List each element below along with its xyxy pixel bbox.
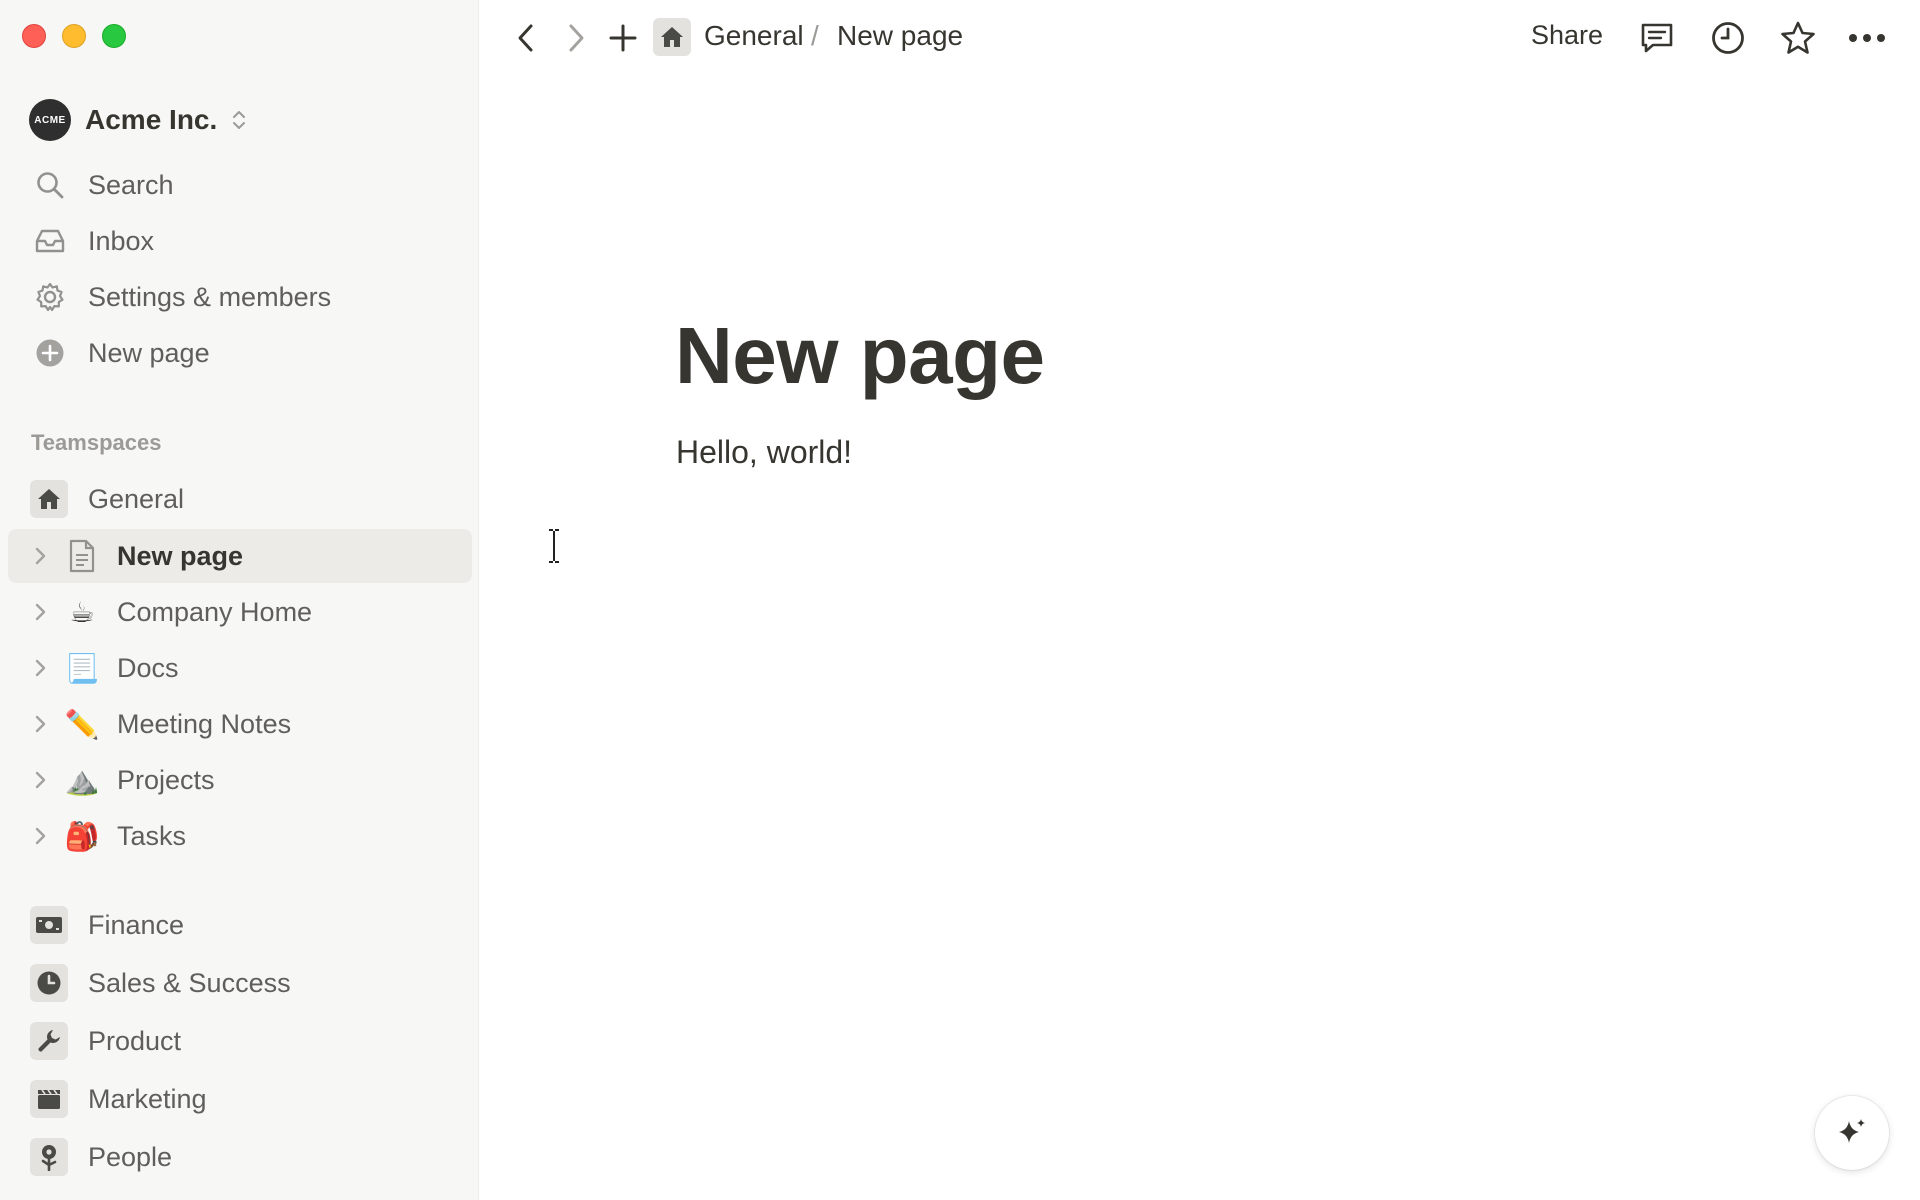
favorite-button[interactable] bbox=[1778, 18, 1818, 58]
backpack-emoji-icon: 🎒 bbox=[64, 820, 100, 852]
breadcrumb-parent[interactable]: General bbox=[704, 20, 804, 52]
teamspaces-heading: Teamspaces bbox=[31, 430, 162, 455]
sidebar-item-label: Product bbox=[88, 1025, 182, 1056]
sidebar-item-label: Marketing bbox=[88, 1083, 207, 1114]
sidebar-page-docs[interactable]: 📃 Docs bbox=[8, 641, 472, 695]
sidebar-item-label: Settings & members bbox=[88, 281, 332, 312]
star-icon bbox=[1781, 21, 1815, 54]
sidebar-item-label: New page bbox=[88, 337, 210, 368]
sidebar-item-label: Company Home bbox=[117, 596, 313, 627]
more-options-button[interactable] bbox=[1847, 18, 1887, 58]
sidebar-item-label: Finance bbox=[88, 909, 185, 940]
workspace-logo: ACME bbox=[29, 99, 71, 141]
new-page-button[interactable] bbox=[603, 18, 643, 58]
chevron-right-icon[interactable] bbox=[33, 826, 47, 846]
sidebar-item-label: Docs bbox=[117, 652, 179, 683]
flower-icon bbox=[30, 1138, 68, 1176]
chevron-up-down-icon bbox=[233, 111, 246, 129]
text-cursor-icon bbox=[549, 529, 559, 563]
search-icon bbox=[33, 168, 67, 202]
pencil-emoji-icon: ✏️ bbox=[64, 708, 100, 740]
sidebar-item-new-page[interactable]: New page bbox=[8, 327, 472, 379]
sidebar-item-label: Meeting Notes bbox=[117, 708, 292, 739]
chevron-right-icon[interactable] bbox=[33, 546, 47, 566]
updates-button[interactable] bbox=[1708, 18, 1748, 58]
sidebar-page-company-home[interactable]: ☕ Company Home bbox=[8, 585, 472, 639]
ellipsis-icon bbox=[1849, 34, 1885, 42]
sidebar-item-label: Projects bbox=[117, 764, 215, 795]
breadcrumb-separator: / bbox=[811, 20, 819, 51]
chevron-right-icon[interactable] bbox=[33, 602, 47, 622]
sidebar-page-meeting-notes[interactable]: ✏️ Meeting Notes bbox=[8, 697, 472, 751]
coffee-emoji-icon: ☕ bbox=[69, 596, 95, 628]
comments-button[interactable] bbox=[1637, 18, 1677, 58]
mountain-emoji-icon: ⛰️ bbox=[64, 764, 100, 796]
page-body-text[interactable]: Hello, world! bbox=[676, 434, 852, 471]
back-button[interactable] bbox=[506, 18, 546, 58]
sidebar-item-label: Tasks bbox=[117, 820, 187, 851]
zoom-window-button[interactable] bbox=[102, 24, 126, 48]
sidebar-item-search[interactable]: Search bbox=[8, 159, 472, 211]
document-icon bbox=[64, 538, 100, 574]
sidebar: ACME Acme Inc. Search Inbox Settings & m… bbox=[0, 0, 479, 1200]
home-icon bbox=[30, 480, 68, 518]
minimize-window-button[interactable] bbox=[62, 24, 86, 48]
chevron-right-icon bbox=[569, 24, 584, 52]
sidebar-item-sales-success[interactable]: Sales & Success bbox=[8, 957, 472, 1009]
window-controls bbox=[22, 24, 126, 48]
chevron-right-icon[interactable] bbox=[33, 658, 47, 678]
breadcrumb-current[interactable]: New page bbox=[837, 20, 963, 52]
clapper-icon bbox=[30, 1080, 68, 1118]
sidebar-item-people[interactable]: People bbox=[8, 1131, 472, 1183]
page-title[interactable]: New page bbox=[675, 310, 1045, 402]
sidebar-item-inbox[interactable]: Inbox bbox=[8, 215, 472, 267]
chevron-right-icon[interactable] bbox=[33, 770, 47, 790]
sidebar-item-finance[interactable]: Finance bbox=[8, 899, 472, 951]
sidebar-item-label: People bbox=[88, 1141, 173, 1172]
gear-icon bbox=[33, 280, 67, 314]
sidebar-item-label: Sales & Success bbox=[88, 967, 291, 998]
sidebar-item-label: New page bbox=[117, 540, 244, 571]
sidebar-item-label: Inbox bbox=[88, 225, 155, 256]
clock-icon bbox=[30, 964, 68, 1002]
banknote-icon bbox=[30, 906, 68, 944]
workspace-switcher[interactable]: ACME Acme Inc. bbox=[29, 98, 247, 142]
sidebar-item-label: General bbox=[88, 483, 185, 514]
plus-circle-icon bbox=[33, 336, 67, 370]
chevron-left-icon bbox=[518, 24, 533, 52]
clock-icon bbox=[1712, 22, 1744, 54]
topbar: General / New page Share bbox=[480, 0, 1920, 74]
sidebar-page-projects[interactable]: ⛰️ Projects bbox=[8, 753, 472, 807]
workspace-name: Acme Inc. bbox=[85, 104, 218, 135]
sparkle-icon bbox=[1839, 1119, 1865, 1143]
plus-icon bbox=[609, 24, 637, 52]
sidebar-item-general[interactable]: General bbox=[8, 473, 472, 525]
sidebar-item-marketing[interactable]: Marketing bbox=[8, 1073, 472, 1125]
ai-assistant-button[interactable] bbox=[1815, 1096, 1889, 1170]
wrench-icon bbox=[30, 1022, 68, 1060]
sidebar-item-product[interactable]: Product bbox=[8, 1015, 472, 1067]
comment-icon bbox=[1641, 23, 1673, 53]
sidebar-page-tasks[interactable]: 🎒 Tasks bbox=[8, 809, 472, 863]
inbox-icon bbox=[33, 224, 67, 258]
page-curl-emoji-icon: 📃 bbox=[64, 652, 100, 684]
chevron-right-icon[interactable] bbox=[33, 714, 47, 734]
close-window-button[interactable] bbox=[22, 24, 46, 48]
share-button[interactable]: Share bbox=[1531, 20, 1603, 51]
sidebar-item-label: Search bbox=[88, 169, 174, 200]
sidebar-item-settings[interactable]: Settings & members bbox=[8, 271, 472, 323]
sidebar-page-new-page[interactable]: New page bbox=[8, 529, 472, 583]
forward-button[interactable] bbox=[556, 18, 596, 58]
breadcrumb-home-icon[interactable] bbox=[653, 18, 691, 56]
